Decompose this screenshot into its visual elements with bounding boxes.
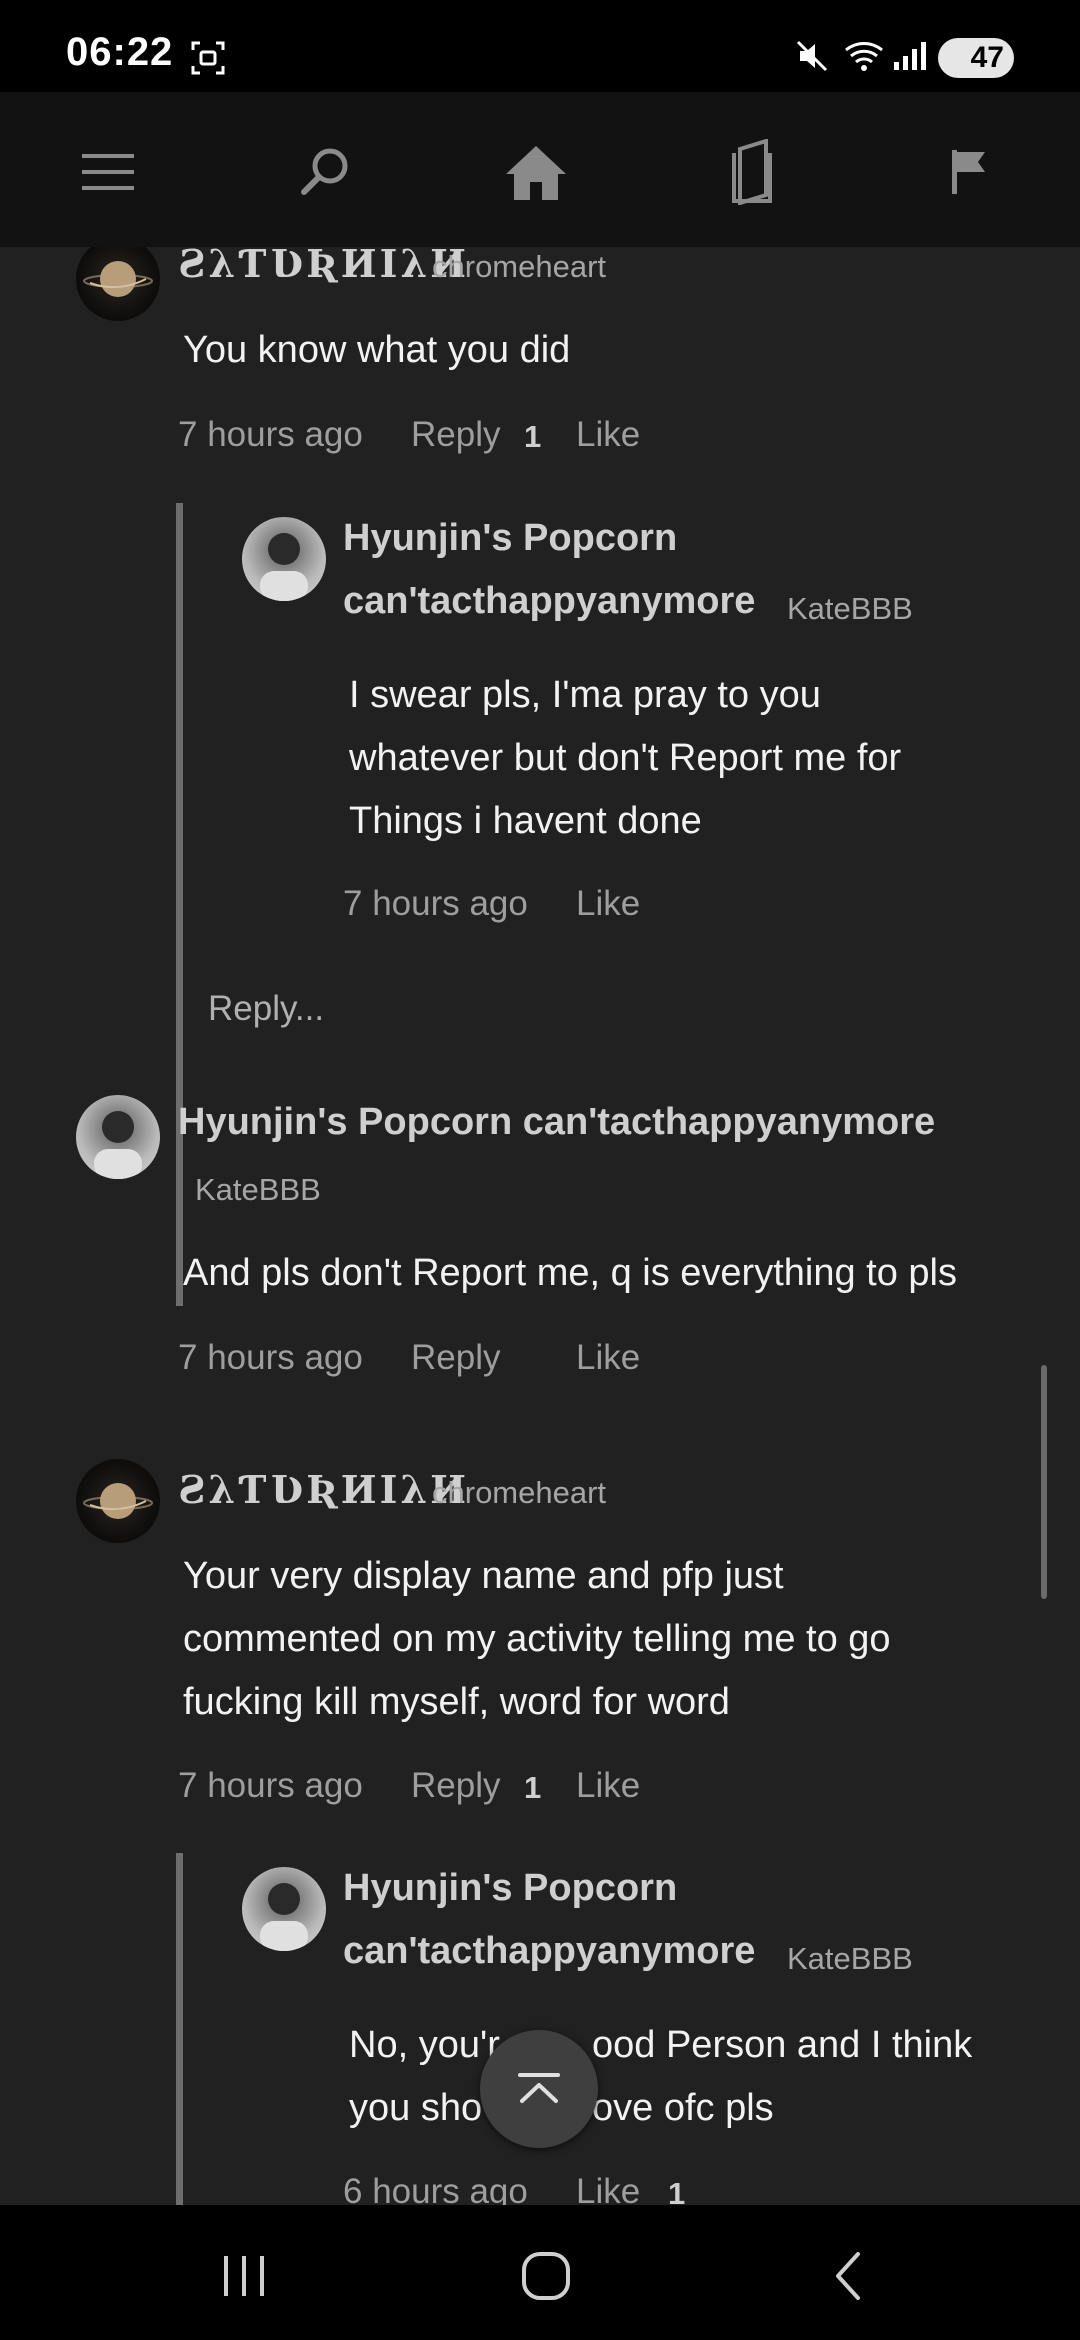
comment-username[interactable]: chromeheart bbox=[432, 1475, 606, 1511]
menu-icon[interactable] bbox=[68, 132, 148, 212]
comment-timestamp: 7 hours ago bbox=[178, 1766, 363, 1805]
flag-icon[interactable] bbox=[928, 132, 1008, 212]
battery-indicator: 47 bbox=[938, 38, 1014, 78]
thread-line bbox=[176, 503, 183, 1306]
reply-text-line: Things i havent done bbox=[349, 800, 702, 842]
home-icon[interactable] bbox=[496, 132, 576, 212]
mute-icon bbox=[794, 38, 830, 79]
reply-text-line: whatever but don't Report me for bbox=[349, 737, 902, 779]
comment-timestamp: 7 hours ago bbox=[178, 415, 363, 454]
status-time: 06:22 bbox=[66, 30, 174, 74]
reply-button[interactable]: Reply bbox=[411, 1338, 500, 1378]
status-bar: 06:22 47 bbox=[0, 0, 1080, 92]
reply-username[interactable]: KateBBB bbox=[787, 591, 913, 627]
reply-timestamp: 7 hours ago bbox=[343, 884, 528, 923]
signal-icon bbox=[892, 40, 928, 77]
search-icon[interactable] bbox=[284, 132, 364, 212]
comments-list: ƧλƬƲƦИIλИ chromeheart You know what you … bbox=[0, 247, 1080, 2205]
comment-text-line: Your very display name and pfp just bbox=[183, 1555, 784, 1597]
scroll-to-top-button[interactable] bbox=[480, 2030, 598, 2148]
comment-username[interactable]: KateBBB bbox=[195, 1172, 321, 1208]
reply-text-line: I swear pls, I'ma pray to you bbox=[349, 674, 821, 716]
avatar[interactable] bbox=[76, 1095, 160, 1179]
like-button[interactable]: Like bbox=[576, 1338, 640, 1378]
avatar[interactable] bbox=[242, 517, 326, 601]
reply-text-fragment: ood Person and I think bbox=[592, 2024, 973, 2066]
reply-text-fragment: ove ofc pls bbox=[592, 2087, 774, 2129]
like-button[interactable]: Like bbox=[576, 884, 640, 924]
like-count: 1 bbox=[524, 1770, 542, 1805]
library-icon[interactable] bbox=[712, 132, 792, 212]
back-icon[interactable] bbox=[808, 2241, 888, 2311]
top-navigation bbox=[0, 92, 1080, 247]
avatar[interactable] bbox=[242, 1867, 326, 1951]
reply-button[interactable]: Reply bbox=[411, 415, 500, 455]
reply-display-name-line2[interactable]: can'tacthappyanymore bbox=[343, 1930, 755, 1973]
comment-text-line: commented on my activity telling me to g… bbox=[183, 1618, 891, 1660]
reply-display-name-line2[interactable]: can'tacthappyanymore bbox=[343, 580, 755, 623]
comment-username[interactable]: chromeheart bbox=[432, 249, 606, 285]
reply-button[interactable]: Reply bbox=[411, 1766, 500, 1806]
reply-timestamp: 6 hours ago bbox=[343, 2172, 528, 2205]
home-circle-icon[interactable] bbox=[506, 2241, 586, 2311]
like-button[interactable]: Like bbox=[576, 1766, 640, 1806]
screenshot-icon bbox=[190, 40, 226, 81]
comment-text: You know what you did bbox=[183, 329, 571, 371]
comment-display-name[interactable]: ƧλƬƲƦИIλИ bbox=[178, 247, 469, 286]
system-navigation-bar bbox=[0, 2205, 1080, 2340]
thread-line bbox=[176, 1853, 183, 2205]
recents-icon[interactable] bbox=[204, 2241, 284, 2311]
comment-timestamp: 7 hours ago bbox=[178, 1338, 363, 1377]
like-button[interactable]: Like bbox=[576, 2172, 640, 2205]
comment-display-name[interactable]: ƧλƬƲƦИIλИ bbox=[178, 1467, 469, 1512]
wifi-icon bbox=[842, 38, 886, 79]
reply-text-fragment: No, you'r bbox=[349, 2024, 500, 2066]
reply-display-name[interactable]: Hyunjin's Popcorn bbox=[343, 517, 677, 560]
like-count: 1 bbox=[524, 419, 542, 454]
reply-input-prompt[interactable]: Reply... bbox=[208, 989, 324, 1029]
like-count: 1 bbox=[668, 2176, 686, 2205]
comment-text-line: fucking kill myself, word for word bbox=[183, 1681, 730, 1723]
reply-username[interactable]: KateBBB bbox=[787, 1941, 913, 1977]
reply-text-fragment: you sho bbox=[349, 2087, 483, 2129]
like-button[interactable]: Like bbox=[576, 415, 640, 455]
chevron-up-icon bbox=[516, 2069, 562, 2110]
reply-display-name[interactable]: Hyunjin's Popcorn bbox=[343, 1867, 677, 1910]
comment-text: And pls don't Report me, q is everything… bbox=[183, 1252, 957, 1294]
avatar[interactable] bbox=[76, 1459, 160, 1543]
scrollbar[interactable] bbox=[1041, 1365, 1047, 1599]
comment-display-name[interactable]: Hyunjin's Popcorn can'tacthappyanymore bbox=[178, 1101, 935, 1144]
avatar[interactable] bbox=[76, 247, 160, 321]
